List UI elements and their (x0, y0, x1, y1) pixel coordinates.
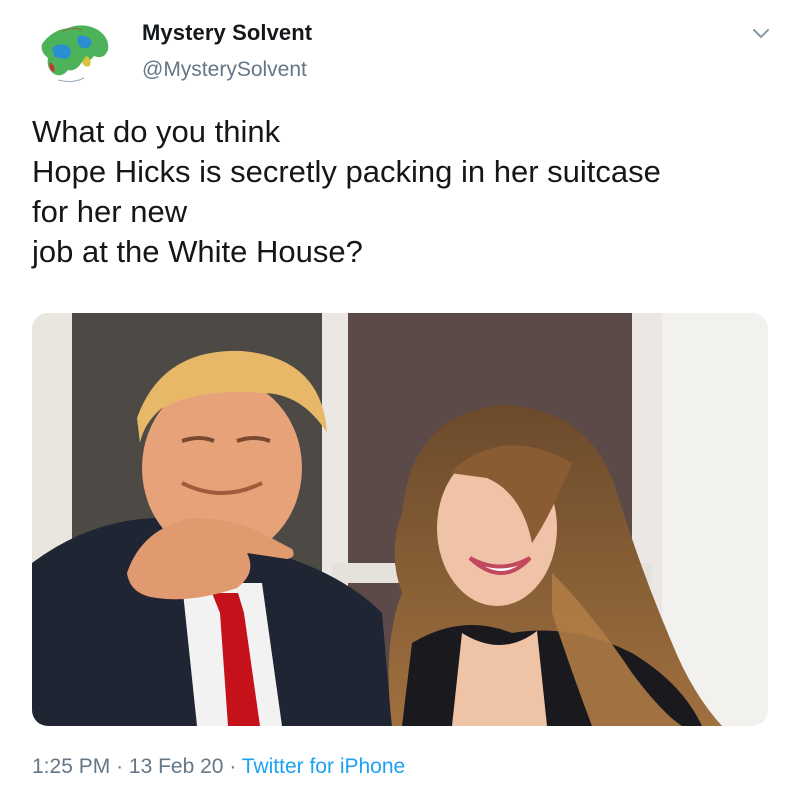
tweet-text-line: Hope Hicks is secretly packing in her su… (32, 154, 661, 189)
map-avatar-icon (32, 12, 118, 98)
author-name[interactable]: Mystery Solvent (142, 20, 312, 46)
meta-separator: · (116, 755, 124, 778)
avatar[interactable] (32, 12, 118, 98)
tweet-menu-button[interactable] (750, 22, 772, 44)
tweet-text-line: for her new (32, 194, 188, 229)
tweet-photo[interactable] (32, 313, 768, 726)
chevron-down-icon (753, 29, 769, 38)
tweet-text-line: job at the White House? (32, 234, 363, 269)
tweet-text-line: What do you think (32, 114, 281, 149)
tweet-meta: 1:25 PM · 13 Feb 20 · Twitter for iPhone (32, 755, 405, 779)
tweet-source-link[interactable]: Twitter for iPhone (242, 755, 405, 778)
tweet-time[interactable]: 1:25 PM (32, 755, 110, 778)
tweet-date[interactable]: 13 Feb 20 (129, 755, 224, 778)
meta-separator: · (229, 755, 237, 778)
author-handle[interactable]: @MysterySolvent (142, 58, 307, 82)
tweet-text: What do you think Hope Hicks is secretly… (32, 112, 772, 272)
photo-image (32, 313, 768, 726)
tweet-card: Mystery Solvent @MysterySolvent What do … (0, 0, 800, 790)
